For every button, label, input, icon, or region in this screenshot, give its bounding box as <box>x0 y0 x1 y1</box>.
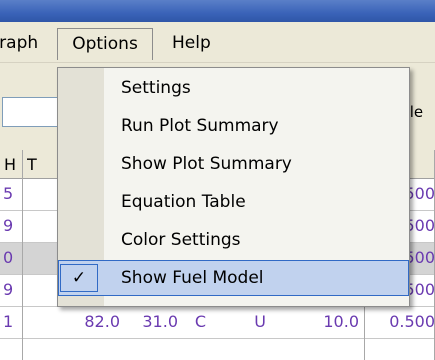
row-cell: 31.0 <box>142 312 178 331</box>
menu-item-show-plot-summary[interactable]: Show Plot Summary <box>58 146 409 182</box>
row-first-cell: 0 <box>3 248 13 267</box>
menu-item-run-plot-summary[interactable]: Run Plot Summary <box>58 108 409 144</box>
menu-item-label: Show Fuel Model <box>121 268 264 288</box>
menu-graph[interactable]: Graph <box>0 28 40 58</box>
menu-options-label: Options <box>72 34 138 54</box>
row-last-cell: 0.500 <box>389 312 435 331</box>
row-cell: 82.0 <box>84 312 120 331</box>
row-cell: 10.0 <box>323 312 359 331</box>
table-row[interactable]: 1 82.0 31.0 C U 10.0 0.500 <box>0 307 435 339</box>
row-cell: U <box>254 312 266 331</box>
menubar: Graph Options Help <box>0 22 435 63</box>
row-first-cell: 9 <box>3 280 13 299</box>
grid-header-col1[interactable]: H <box>4 154 16 176</box>
row-first-cell: 1 <box>3 312 13 331</box>
options-dropdown-menu: Settings Run Plot Summary Show Plot Summ… <box>57 67 410 307</box>
menu-help[interactable]: Help <box>168 28 215 58</box>
menu-item-label: Color Settings <box>121 230 241 250</box>
menu-item-label: Show Plot Summary <box>121 154 292 174</box>
menu-help-label: Help <box>172 33 211 53</box>
menu-item-show-fuel-model[interactable]: ✓ Show Fuel Model <box>58 260 409 296</box>
row-first-cell: 5 <box>3 184 13 203</box>
menu-item-label: Settings <box>121 78 191 98</box>
row-cell: C <box>194 312 206 331</box>
menu-item-settings[interactable]: Settings <box>58 70 409 106</box>
grid-col-line <box>22 150 23 360</box>
row-first-cell: 9 <box>3 216 13 235</box>
menu-item-color-settings[interactable]: Color Settings <box>58 222 409 258</box>
grid-header-col2[interactable]: T <box>27 154 37 176</box>
window-titlebar <box>0 0 435 22</box>
menu-options[interactable]: Options <box>57 28 153 60</box>
menu-item-equation-table[interactable]: Equation Table <box>58 184 409 220</box>
menu-item-label: Run Plot Summary <box>121 116 279 136</box>
menu-item-label: Equation Table <box>121 192 246 212</box>
checkmark-icon: ✓ <box>60 264 98 292</box>
menu-graph-label: Graph <box>0 33 39 53</box>
